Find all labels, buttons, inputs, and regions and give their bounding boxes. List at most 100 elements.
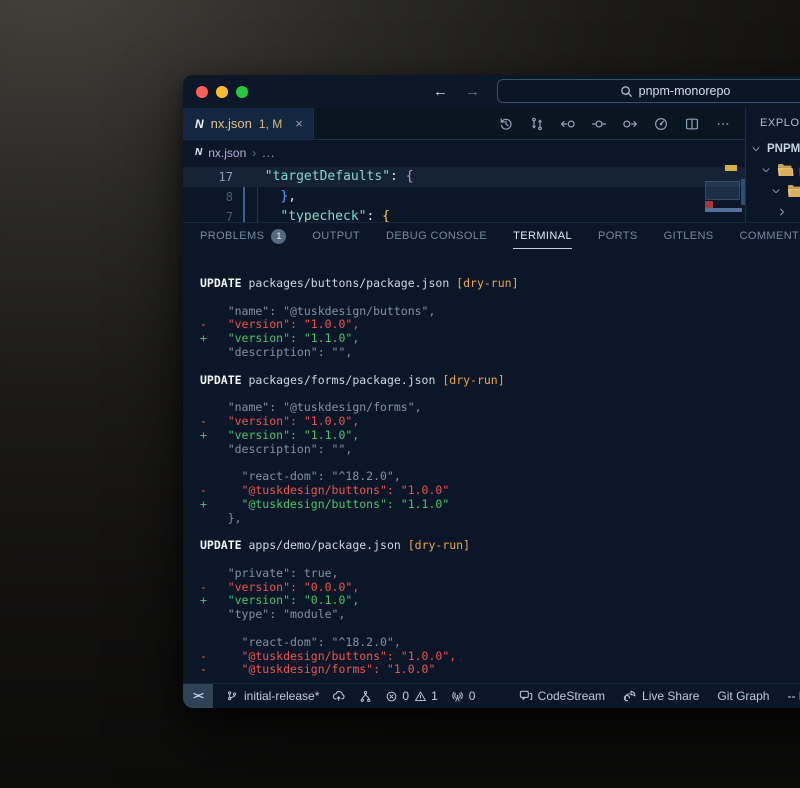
nx-file-icon: N (195, 147, 202, 158)
terminal-line: UPDATE packages/forms/package.json [dry-… (200, 374, 800, 388)
folder-buttons[interactable]: buttons (746, 180, 800, 201)
panel-tab-label: COMMENTS (740, 223, 800, 249)
sidebar-title: EXPLORER (746, 108, 800, 138)
terminal-line: "description": "", (200, 443, 800, 457)
line-number: 7 (183, 207, 233, 222)
code-text: "typecheck": { (257, 207, 390, 222)
terminal-line: "private": true, (200, 567, 800, 581)
terminal-line (200, 622, 800, 636)
search-value: pnpm-monorepo (639, 84, 731, 98)
panel-tab-problems[interactable]: PROBLEMS1 (200, 223, 286, 249)
run-task-icon[interactable] (653, 116, 669, 132)
count-label: 0 (402, 689, 409, 703)
chevron-down-icon (770, 185, 782, 197)
radio-icon (451, 690, 464, 703)
status-label: 0 (469, 689, 476, 703)
minimize-window-button[interactable] (216, 86, 228, 98)
liveshare-icon (623, 689, 637, 703)
close-tab-icon[interactable]: × (295, 116, 303, 131)
branch-icon (226, 690, 239, 703)
tree-row-partial[interactable] (746, 201, 800, 222)
live-share[interactable]: Live Share (623, 689, 699, 703)
terminal-line: + "version": "1.1.0", (200, 332, 800, 346)
terminal-line: "name": "@tuskdesign/forms", (200, 401, 800, 415)
git-compare[interactable] (359, 690, 372, 703)
panel-tab-comments[interactable]: COMMENTS (740, 223, 800, 249)
panel-tab-label: PORTS (598, 223, 638, 249)
close-window-button[interactable] (196, 86, 208, 98)
panel-tab-output[interactable]: OUTPUT (312, 223, 360, 249)
tab-label: nx.json (211, 116, 252, 131)
file-tree: PNPM-MONOREPOpackagesbuttons (746, 138, 800, 222)
gutter-modified-indicator (243, 207, 245, 222)
open-change-icon[interactable] (591, 116, 607, 132)
editor-group: N nx.json 1, M × N nx.json › ... 17"targ… (183, 108, 745, 222)
minimap-removed-mark (705, 201, 713, 208)
tab-nx-json[interactable]: N nx.json 1, M × (183, 108, 314, 139)
terminal-line: - "@tuskdesign/buttons": "1.0.0", (200, 650, 800, 664)
editor-tab-bar: N nx.json 1, M × (183, 108, 745, 140)
overview-ruler (741, 165, 745, 222)
code-editor[interactable]: 17"targetDefaults": {8},7"typecheck": { (183, 165, 745, 222)
more-actions-icon[interactable] (715, 116, 731, 132)
line-number: 17 (183, 167, 233, 187)
navigate-back-button[interactable]: ← (433, 83, 448, 100)
warning-icon (414, 690, 427, 703)
panel-tab-label: OUTPUT (312, 223, 360, 249)
breadcrumb-file[interactable]: nx.json (208, 146, 246, 160)
status-label: CodeStream (538, 689, 605, 703)
split-editor-icon[interactable] (684, 116, 700, 132)
terminal-line: "description": "", (200, 346, 800, 360)
git-graph[interactable]: Git Graph (717, 689, 769, 703)
terminal-line: "name": "@tuskdesign/buttons", (200, 305, 800, 319)
status-label: Live Share (642, 689, 699, 703)
minimap-scrollbar-mark (705, 208, 742, 212)
status-label: -- NORMAL -- (787, 689, 800, 703)
terminal-output[interactable]: UPDATE packages/buttons/package.json [dr… (183, 249, 800, 683)
code-text: }, (257, 187, 296, 207)
code-line: 8}, (183, 187, 745, 207)
panel-tab-gitlens[interactable]: GITLENS (664, 223, 714, 249)
codestream[interactable]: CodeStream (519, 689, 605, 703)
panel-tab-label: TERMINAL (513, 223, 572, 249)
panel-tab-debug-console[interactable]: DEBUG CONSOLE (386, 223, 487, 249)
next-change-icon[interactable] (622, 116, 638, 132)
status-label: Git Graph (717, 689, 769, 703)
terminal-line (200, 525, 800, 539)
error-part: 0 (385, 689, 409, 703)
line-number: 8 (183, 187, 233, 207)
navigate-forward-button[interactable]: → (465, 83, 480, 100)
chevron-down-icon (750, 143, 762, 155)
status-bar: ><initial-release*010 CodeStreamLive Sha… (183, 683, 800, 708)
remote-indicator[interactable]: >< (183, 684, 213, 708)
minimap[interactable] (703, 165, 742, 222)
workspace-root[interactable]: PNPM-MONOREPO (746, 138, 800, 159)
terminal-line (200, 456, 800, 470)
panel-tab-ports[interactable]: PORTS (598, 223, 638, 249)
zoom-window-button[interactable] (236, 86, 248, 98)
ports-forwarded[interactable]: 0 (451, 689, 476, 703)
bottom-panel: PROBLEMS1 OUTPUT DEBUG CONSOLE TERMINAL PORT… (183, 222, 800, 683)
compare-changes-icon[interactable] (529, 116, 545, 132)
previous-change-icon[interactable] (560, 116, 576, 132)
panel-tab-terminal[interactable]: TERMINAL (513, 223, 572, 249)
publish-changes[interactable] (332, 689, 346, 703)
problems-status[interactable]: 01 (385, 689, 437, 703)
problems-count-badge: 1 (271, 229, 286, 244)
vim-mode[interactable]: -- NORMAL -- (787, 689, 800, 703)
git-branch[interactable]: initial-release* (226, 689, 319, 703)
terminal-line: - "version": "0.0.0", (200, 581, 800, 595)
search-icon (620, 85, 633, 98)
breadcrumb-more[interactable]: ... (262, 146, 275, 160)
fork-icon (359, 690, 372, 703)
timeline-icon[interactable] (498, 116, 514, 132)
command-center-search[interactable]: pnpm-monorepo (497, 79, 800, 103)
tab-modified-badge: 1, M (259, 117, 282, 131)
folder-packages[interactable]: packages (746, 159, 800, 180)
terminal-line (200, 291, 800, 305)
minimap-slider[interactable] (705, 181, 740, 200)
breadcrumb[interactable]: N nx.json › ... (183, 140, 745, 165)
code-line: 17"targetDefaults": { (183, 167, 745, 187)
terminal-line: "react-dom": "^18.2.0", (200, 636, 800, 650)
terminal-line: - "@tuskdesign/forms": "1.0.0" (200, 663, 800, 677)
